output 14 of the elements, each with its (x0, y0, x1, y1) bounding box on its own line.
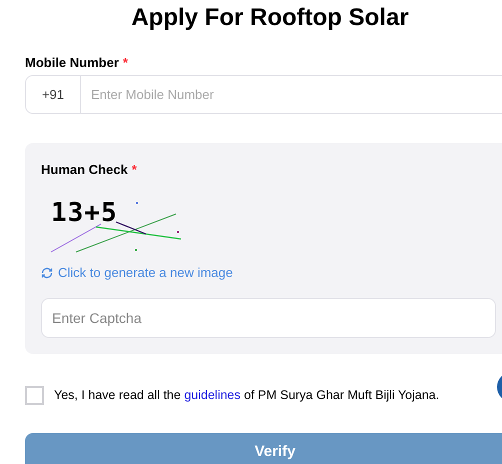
refresh-captcha-link[interactable]: Click to generate a new image (58, 263, 233, 282)
checkbox[interactable] (25, 386, 44, 404)
country-code: +91 (25, 75, 81, 114)
agreement-text: Yes, I have read all the guidelines of PM Surya Ghar Muft Bijli Yojana. (54, 386, 440, 404)
refresh-icon[interactable] (41, 266, 53, 279)
captcha-image: 13+5 (41, 184, 191, 254)
guidelines-link[interactable]: guidelines (184, 388, 240, 402)
required-mark: * (122, 54, 128, 72)
field-label: Human Check (41, 161, 128, 178)
field-label: Mobile Number (25, 54, 119, 72)
required-mark: * (132, 161, 137, 178)
captcha-field[interactable]: Enter Captcha (41, 298, 496, 338)
mobile-number-field[interactable]: Enter Mobile Number (81, 75, 502, 114)
page-title: Apply For Rooftop Solar (130, 3, 410, 33)
